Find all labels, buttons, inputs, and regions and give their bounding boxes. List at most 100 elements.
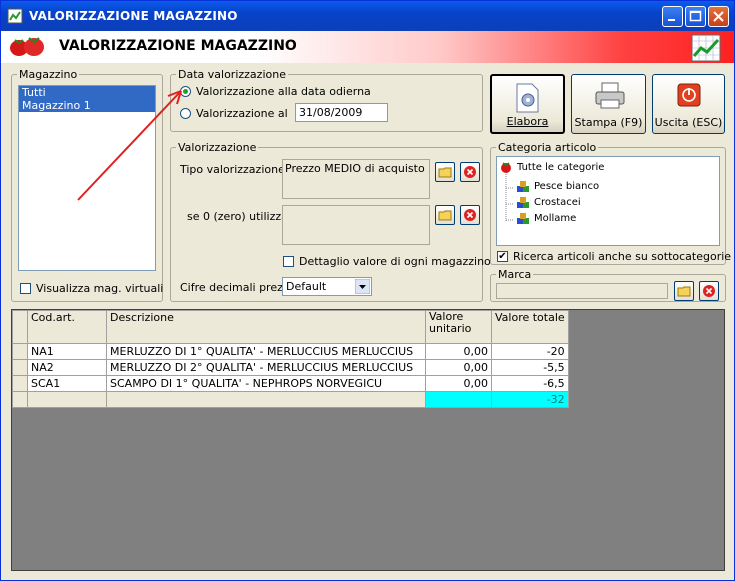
total-blank (106, 391, 426, 408)
data-valorizzazione-group: Data valorizzazione Valorizzazione alla … (170, 68, 483, 132)
elabora-button[interactable]: Elabora (490, 74, 565, 134)
dettaglio-checkbox[interactable] (283, 256, 294, 267)
folder-icon (438, 210, 452, 221)
row-indicator-header (12, 310, 28, 344)
tipo-field[interactable]: Prezzo MEDIO di acquisto (282, 159, 430, 199)
strawberry-icon (10, 37, 44, 56)
categoria-tree[interactable]: Tutte le categorie Pesce bianco Crostace… (496, 156, 720, 246)
maximize-icon (689, 10, 702, 22)
marca-group: Marca (490, 268, 726, 302)
total-blank (27, 391, 107, 408)
category-icon (517, 197, 529, 208)
ricerca-checkbox[interactable]: ✔ (497, 251, 508, 262)
radio-at-date[interactable] (180, 108, 191, 119)
marca-browse-button[interactable] (674, 281, 694, 301)
cell-total[interactable]: -5,5 (491, 359, 569, 376)
minimize-icon (668, 19, 675, 21)
column-header[interactable]: Cod.art. (27, 310, 107, 344)
cell-cod[interactable]: NA2 (27, 359, 107, 376)
chart-icon (691, 34, 721, 62)
cell-desc[interactable]: MERLUZZO DI 2° QUALITA' - MERLUCCIUS MER… (106, 359, 426, 376)
exit-icon (677, 83, 701, 107)
radio-today-label: Valorizzazione alla data odierna (196, 85, 371, 98)
tree-root[interactable]: Tutte le categorie (517, 162, 604, 173)
app-icon (7, 8, 23, 24)
table-row[interactable]: NA2 MERLUZZO DI 2° QUALITA' - MERLUCCIUS… (12, 359, 569, 376)
list-item[interactable]: Tutti (19, 86, 155, 99)
cell-total[interactable]: -6,5 (491, 375, 569, 392)
magazzino-legend: Magazzino (17, 68, 80, 81)
cell-cod[interactable]: NA1 (27, 343, 107, 360)
minimize-button[interactable] (662, 6, 683, 27)
tree-node[interactable]: Crostacei (534, 197, 581, 208)
cell-cod[interactable]: SCA1 (27, 375, 107, 392)
virtual-label: Visualizza mag. virtuali (36, 282, 164, 295)
uscita-button[interactable]: Uscita (ESC) (652, 74, 725, 134)
zero-label: se 0 (zero) utilizza : (187, 210, 296, 223)
stampa-label: Stampa (F9) (574, 116, 643, 129)
column-header[interactable]: Valore totale (491, 310, 569, 344)
marca-clear-button[interactable] (699, 281, 719, 301)
printer-icon (595, 82, 625, 109)
dettaglio-label: Dettaglio valore di ogni magazzino (299, 255, 491, 268)
marca-field[interactable] (496, 283, 668, 299)
results-table: Cod.art. Descrizione Valore unitario Val… (12, 310, 569, 408)
radio-at-date-label: Valorizzazione al (196, 107, 288, 120)
row-indicator[interactable] (12, 343, 28, 360)
delete-icon (464, 209, 476, 221)
table-row[interactable]: NA1 MERLUZZO DI 1° QUALITA' - MERLUCCIUS… (12, 343, 569, 360)
zero-browse-button[interactable] (435, 205, 455, 225)
window-title: VALORIZZAZIONE MAGAZZINO (29, 9, 238, 23)
delete-icon (703, 285, 715, 297)
magazzino-list[interactable]: Tutti Magazzino 1 (18, 85, 156, 271)
results-grid[interactable]: Cod.art. Descrizione Valore unitario Val… (11, 309, 725, 571)
valorizzazione-group: Valorizzazione Tipo valorizzazione : Pre… (170, 141, 491, 302)
main-window: VALORIZZAZIONE MAGAZZINO VALORIZZAZIONE … (0, 0, 735, 581)
tipo-browse-button[interactable] (435, 162, 455, 182)
cell-desc[interactable]: MERLUZZO DI 1° QUALITA' - MERLUCCIUS MER… (106, 343, 426, 360)
valorizzazione-legend: Valorizzazione (176, 141, 259, 154)
row-indicator[interactable] (12, 359, 28, 376)
categoria-group: Categoria articolo Tutte le categorie Pe… (490, 141, 731, 265)
row-indicator[interactable] (12, 375, 28, 392)
total-value: -32 (491, 391, 569, 408)
date-input[interactable]: 31/08/2009 (295, 103, 388, 122)
column-header[interactable]: Descrizione (106, 310, 426, 344)
table-header-row: Cod.art. Descrizione Valore unitario Val… (12, 310, 569, 344)
cell-unit[interactable]: 0,00 (425, 343, 492, 360)
zero-field[interactable] (282, 205, 430, 245)
cell-total[interactable]: -20 (491, 343, 569, 360)
row-indicator (12, 391, 28, 408)
cifre-value: Default (286, 280, 327, 293)
gear-icon (516, 83, 539, 113)
column-header[interactable]: Valore unitario (425, 310, 492, 344)
title-bar: VALORIZZAZIONE MAGAZZINO (1, 1, 734, 31)
radio-today[interactable] (180, 86, 191, 97)
table-row[interactable]: SCA1 SCAMPO DI 1° QUALITA' - NEPHROPS NO… (12, 375, 569, 392)
cell-unit[interactable]: 0,00 (425, 375, 492, 392)
folder-icon (438, 167, 452, 178)
cell-unit[interactable]: 0,00 (425, 359, 492, 376)
marca-legend: Marca (496, 268, 534, 281)
total-unit-cell (425, 391, 492, 408)
stampa-button[interactable]: Stampa (F9) (571, 74, 646, 134)
tree-node[interactable]: Pesce bianco (534, 181, 599, 192)
folder-icon (677, 286, 691, 297)
ricerca-label: Ricerca articoli anche su sottocategorie (513, 250, 732, 263)
data-valorizzazione-legend: Data valorizzazione (176, 68, 288, 81)
cell-desc[interactable]: SCAMPO DI 1° QUALITA' - NEPHROPS NORVEGI… (106, 375, 426, 392)
tipo-label: Tipo valorizzazione : (180, 163, 293, 176)
delete-icon (464, 166, 476, 178)
list-item[interactable]: Magazzino 1 (19, 99, 155, 112)
chevron-down-icon[interactable] (355, 279, 370, 294)
maximize-button[interactable] (685, 6, 706, 27)
zero-clear-button[interactable] (460, 205, 480, 225)
close-button[interactable] (708, 6, 729, 27)
strawberry-icon (501, 162, 511, 173)
tree-node[interactable]: Mollame (534, 213, 576, 224)
tipo-clear-button[interactable] (460, 162, 480, 182)
cifre-select[interactable]: Default (282, 277, 372, 296)
category-icon (517, 181, 529, 192)
header-band: VALORIZZAZIONE MAGAZZINO (1, 31, 734, 63)
virtual-checkbox[interactable] (20, 283, 31, 294)
